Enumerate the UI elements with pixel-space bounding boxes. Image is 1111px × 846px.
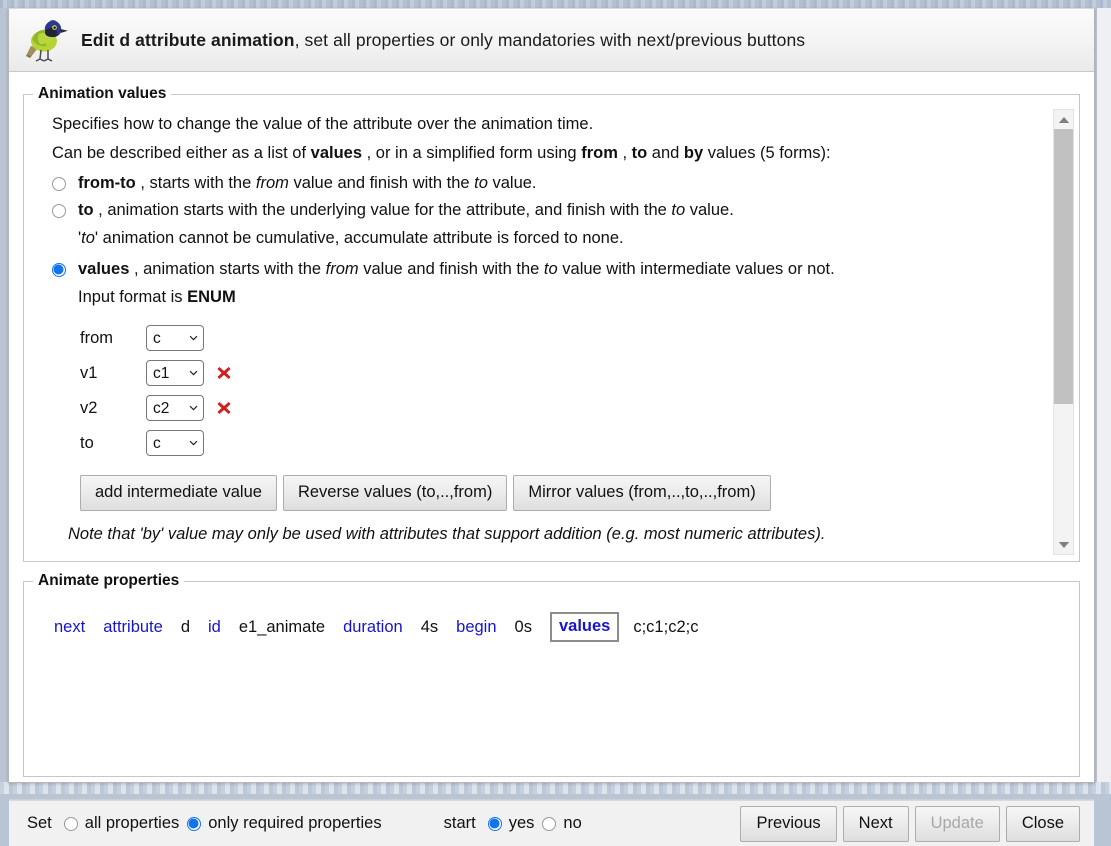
prop-values-label[interactable]: values: [550, 612, 619, 642]
option-label-to: to , animation starts with the underlyin…: [78, 199, 734, 222]
value-row-label-v1: v1: [80, 362, 146, 385]
next-button[interactable]: Next: [843, 806, 909, 842]
option-row-to[interactable]: to , animation starts with the underlyin…: [52, 199, 1041, 222]
desc2-e: ,: [618, 144, 632, 162]
value-action-buttons: add intermediate value Reverse values (t…: [80, 475, 1041, 511]
radio-to[interactable]: [52, 204, 66, 218]
desc2-a: Can be described either as a list of: [52, 144, 311, 162]
update-button: Update: [915, 806, 1000, 842]
desc2-values: values: [311, 144, 362, 162]
by-value-note: Note that 'by' value may only be used wi…: [68, 523, 1041, 546]
triangle-up-icon: [1058, 116, 1070, 124]
start-group: start yes no: [444, 814, 582, 833]
description-line-1: Specifies how to change the value of the…: [52, 113, 1041, 136]
radio-all-properties[interactable]: [64, 817, 78, 831]
desc2-to: to: [632, 144, 648, 162]
animate-properties-row: next attribute d id e1_animate duration …: [24, 590, 1079, 642]
green-jay-bird-logo-icon: [23, 18, 69, 62]
v1-value-select[interactable]: c1: [146, 360, 204, 386]
to-cumulative-note: 'to' animation cannot be cumulative, acc…: [78, 227, 1041, 250]
radio-start-yes[interactable]: [488, 817, 502, 831]
label-only-required-properties: only required properties: [208, 814, 381, 833]
animation-values-legend: Animation values: [33, 85, 171, 103]
dialog-footer: Set all properties only required propert…: [9, 800, 1094, 846]
prop-begin-value: 0s: [515, 618, 532, 637]
desc2-c: , or in a simplified form using: [362, 144, 581, 162]
value-row-label-v2: v2: [80, 397, 146, 420]
option-label-values: values , animation starts with the from …: [78, 258, 835, 281]
scrollbar-down-button[interactable]: [1054, 535, 1073, 554]
to-value-select[interactable]: c: [146, 430, 204, 456]
edit-attribute-animation-dialog: Edit d attribute animation, set all prop…: [8, 8, 1095, 783]
input-format-note: Input format is ENUM: [78, 286, 1041, 309]
value-row-v2: v2 c2: [80, 391, 1041, 426]
background-page-bottom-bleed: [0, 782, 1111, 794]
triangle-down-icon: [1058, 541, 1070, 549]
animation-values-panel: Animation values Specifies how to change…: [23, 85, 1080, 562]
animation-values-scroll-pane: Specifies how to change the value of the…: [24, 107, 1041, 557]
from-value-select[interactable]: c: [146, 325, 204, 351]
option-name-values: values: [78, 260, 129, 278]
label-all-properties: all properties: [85, 814, 179, 833]
background-page-top-bleed: [0, 0, 1111, 8]
delete-v2-icon[interactable]: [216, 400, 232, 416]
set-label: Set: [27, 814, 52, 833]
add-intermediate-value-button[interactable]: add intermediate value: [80, 475, 277, 511]
mirror-values-button[interactable]: Mirror values (from,..,to,..,from): [513, 475, 770, 511]
animate-properties-legend: Animate properties: [33, 572, 184, 590]
desc2-g: and: [647, 144, 684, 162]
dialog-title-strong: Edit d attribute animation: [81, 30, 295, 50]
option-row-from-to[interactable]: from-to , starts with the from value and…: [52, 172, 1041, 195]
prop-duration-value: 4s: [421, 618, 438, 637]
prop-next-link[interactable]: next: [54, 618, 85, 637]
radio-start-no[interactable]: [542, 817, 556, 831]
desc2-from: from: [581, 144, 618, 162]
previous-button[interactable]: Previous: [740, 806, 836, 842]
value-rows-group: from c v1: [80, 321, 1041, 461]
value-row-label-from: from: [80, 327, 146, 350]
animate-properties-panel: Animate properties next attribute d id e…: [23, 572, 1080, 777]
prop-duration-label[interactable]: duration: [343, 618, 403, 637]
value-row-to: to c: [80, 426, 1041, 461]
prop-id-value: e1_animate: [239, 618, 325, 637]
desc2-by: by: [684, 144, 703, 162]
set-properties-group: Set all properties only required propert…: [27, 814, 382, 833]
v2-value-select[interactable]: c2: [146, 395, 204, 421]
dialog-title-rest: , set all properties or only mandatories…: [295, 30, 806, 50]
prop-begin-label[interactable]: begin: [456, 618, 496, 637]
radio-from-to[interactable]: [52, 177, 66, 191]
value-row-v1: v1 c1: [80, 356, 1041, 391]
scrollbar-up-button[interactable]: [1054, 110, 1073, 129]
background-page-right-bleed: [1097, 8, 1111, 782]
description-line-2: Can be described either as a list of val…: [52, 142, 1041, 165]
dialog-body: Animation values Specifies how to change…: [9, 72, 1094, 782]
prop-attribute-label[interactable]: attribute: [103, 618, 163, 637]
animation-values-scrollbar[interactable]: [1053, 109, 1074, 555]
prop-id-label[interactable]: id: [208, 618, 221, 637]
dialog-title: Edit d attribute animation, set all prop…: [81, 30, 805, 51]
option-row-values[interactable]: values , animation starts with the from …: [52, 258, 1041, 281]
prop-values-value: c;c1;c2;c: [633, 618, 698, 637]
radio-values[interactable]: [52, 263, 66, 277]
footer-buttons: Previous Next Update Close: [740, 806, 1080, 842]
scrollbar-thumb[interactable]: [1054, 129, 1073, 404]
label-start-yes: yes: [509, 814, 535, 833]
desc2-i: values (5 forms):: [703, 144, 830, 162]
reverse-values-button[interactable]: Reverse values (to,..,from): [283, 475, 507, 511]
option-name-to: to: [78, 201, 94, 219]
option-name-from-to: from-to: [78, 174, 136, 192]
delete-v1-icon[interactable]: [216, 365, 232, 381]
prop-attribute-value: d: [181, 618, 190, 637]
value-row-from: from c: [80, 321, 1041, 356]
label-start-no: no: [563, 814, 581, 833]
radio-only-required-properties[interactable]: [187, 817, 201, 831]
dialog-titlebar: Edit d attribute animation, set all prop…: [9, 9, 1094, 72]
start-label: start: [444, 814, 476, 833]
close-button[interactable]: Close: [1006, 806, 1080, 842]
value-row-label-to: to: [80, 432, 146, 455]
input-format-value: ENUM: [187, 288, 236, 306]
option-label-from-to: from-to , starts with the from value and…: [78, 172, 537, 195]
